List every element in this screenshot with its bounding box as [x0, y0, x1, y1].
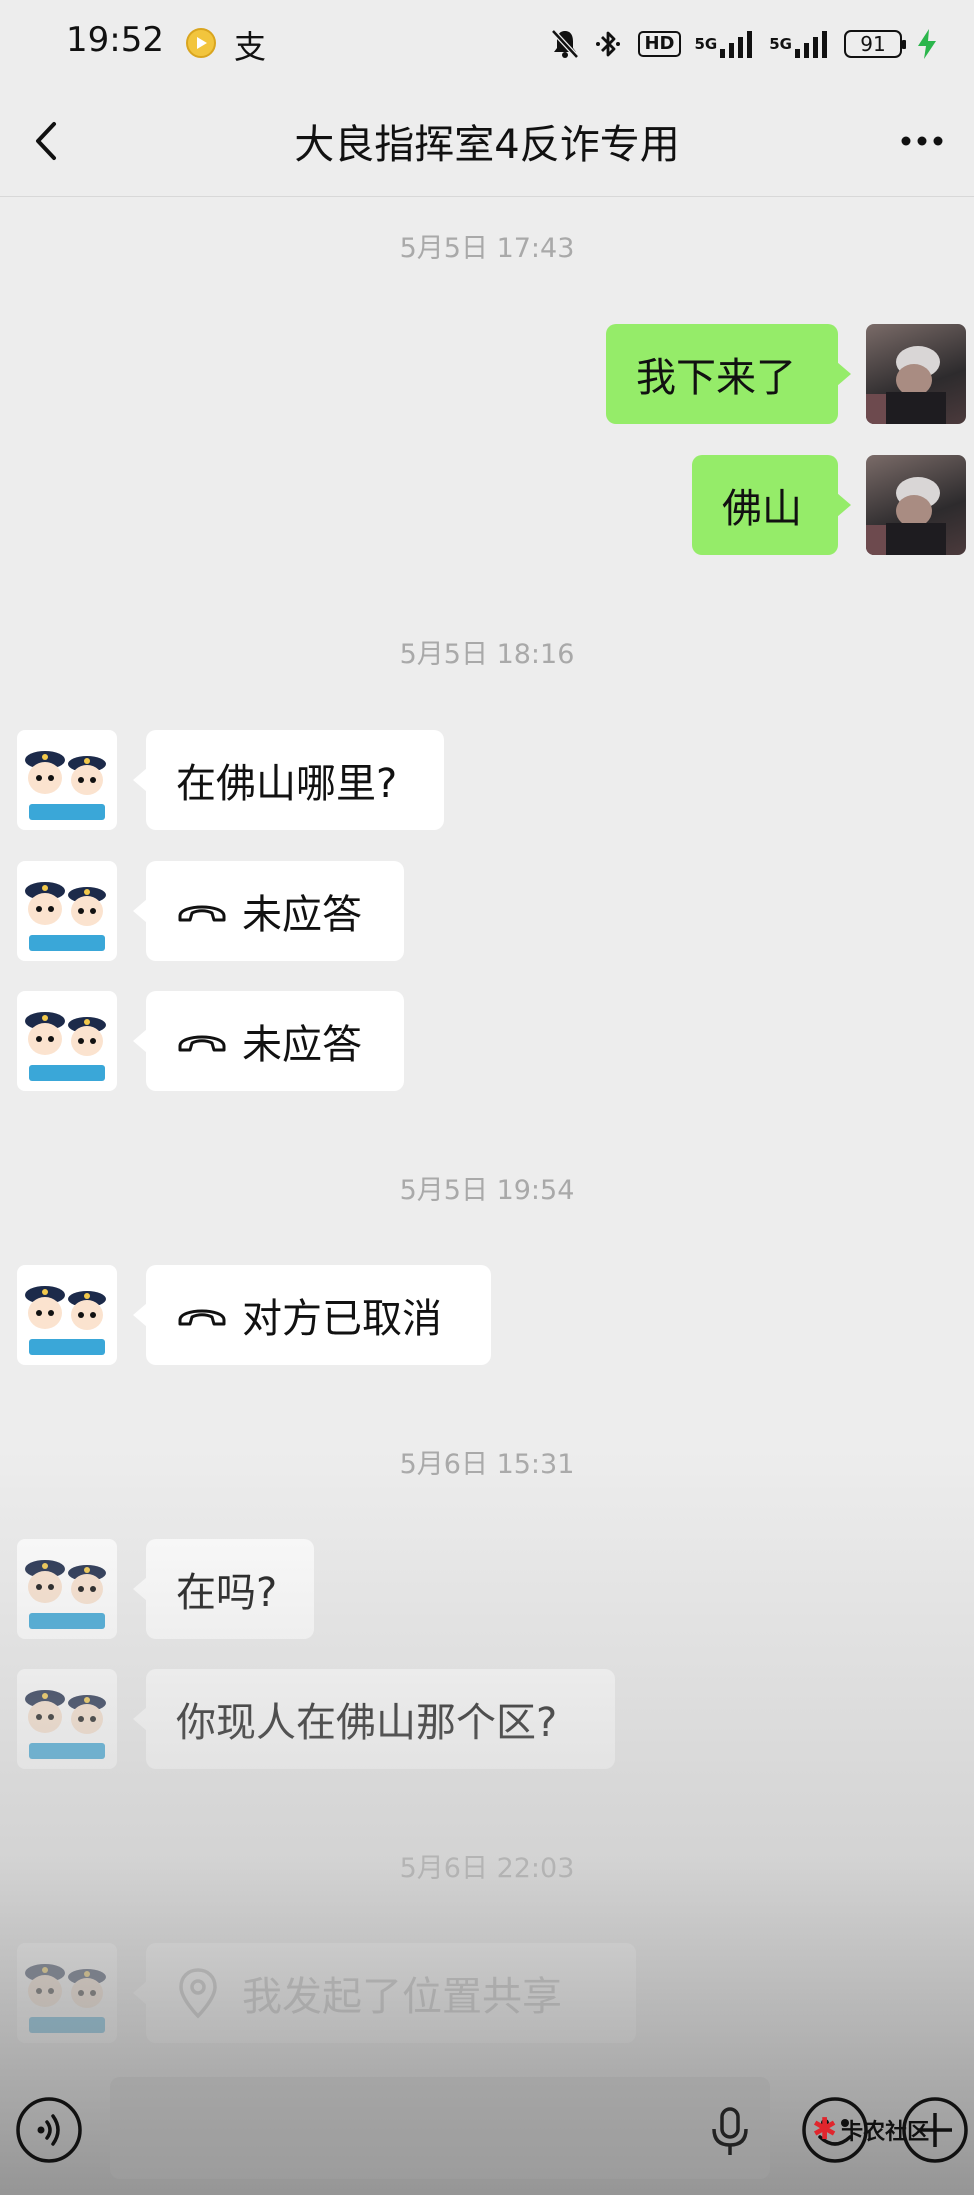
- message-text: 佛山: [722, 486, 802, 532]
- timestamp: 5月5日 18:16: [399, 639, 575, 670]
- location-pin-icon: [179, 1968, 217, 2019]
- call-status-text: 对方已取消: [242, 1296, 442, 1342]
- timestamp: 5月6日 22:03: [399, 1853, 575, 1884]
- message-bubble-outgoing[interactable]: 佛山: [692, 455, 851, 555]
- contact-avatar[interactable]: [17, 1669, 117, 1769]
- message-text: 我下来了: [636, 355, 796, 401]
- voice-wave-icon[interactable]: [14, 2095, 84, 2165]
- my-avatar[interactable]: [866, 324, 966, 424]
- message-text: 在佛山哪里?: [176, 761, 398, 807]
- charging-icon: [916, 28, 938, 60]
- network-type-1: 5G: [694, 35, 718, 53]
- message-bubble-outgoing[interactable]: 我下来了: [606, 324, 851, 424]
- signal-1-icon: 5G: [695, 29, 756, 59]
- contact-avatar[interactable]: [17, 1943, 117, 2043]
- call-record-bubble[interactable]: 未应答: [133, 861, 404, 961]
- call-status-text: 未应答: [242, 892, 362, 938]
- contact-avatar[interactable]: [17, 1265, 117, 1365]
- video-app-icon: [186, 28, 216, 58]
- status-time: 19:52: [66, 20, 164, 60]
- message-text: 你现人在佛山那个区?: [176, 1700, 558, 1746]
- timestamp: 5月6日 15:31: [399, 1449, 575, 1480]
- contact-avatar[interactable]: [17, 1539, 117, 1639]
- message-bubble-incoming[interactable]: 你现人在佛山那个区?: [133, 1669, 615, 1769]
- chat-title: 大良指挥室4反诈专用: [294, 122, 680, 168]
- message-bubble-incoming[interactable]: 在佛山哪里?: [133, 730, 444, 830]
- location-share-text: 我发起了位置共享: [242, 1974, 562, 2020]
- chat-header: 大良指挥室4反诈专用: [0, 90, 974, 197]
- call-record-bubble[interactable]: 对方已取消: [133, 1265, 491, 1365]
- phone-hangup-icon: [178, 905, 226, 922]
- location-share-bubble[interactable]: 我发起了位置共享: [133, 1943, 636, 2043]
- contact-avatar[interactable]: [17, 991, 117, 1091]
- call-status-text: 未应答: [242, 1022, 362, 1068]
- phone-hangup-icon: [178, 1309, 226, 1326]
- contact-avatar[interactable]: [17, 730, 117, 830]
- more-dots-icon[interactable]: [892, 116, 952, 166]
- mute-bell-icon: [550, 28, 580, 60]
- battery-icon: 91: [844, 30, 906, 58]
- watermark-text: 卡农社区: [841, 2119, 930, 2145]
- message-text: 在吗?: [176, 1570, 278, 1616]
- message-input[interactable]: [110, 2077, 770, 2179]
- call-record-bubble[interactable]: 未应答: [133, 991, 404, 1091]
- message-bubble-incoming[interactable]: 在吗?: [133, 1539, 314, 1639]
- status-icons: HD 5G 5G 91: [550, 24, 938, 64]
- microphone-icon[interactable]: [702, 2103, 758, 2159]
- signal-2-icon: 5G: [769, 29, 830, 59]
- alipay-icon: 支: [234, 28, 267, 66]
- watermark-mark-icon: ✱: [812, 2112, 838, 2147]
- my-avatar[interactable]: [866, 455, 966, 555]
- contact-avatar[interactable]: [17, 861, 117, 961]
- network-type-2: 5G: [769, 35, 792, 53]
- phone-hangup-icon: [178, 1035, 226, 1052]
- timestamp: 5月5日 19:54: [399, 1175, 575, 1206]
- bluetooth-icon: [594, 28, 624, 60]
- timestamp: 5月5日 17:43: [399, 233, 575, 264]
- status-bar: 19:52 支 HD 5G 5G 91: [0, 0, 974, 90]
- hd-badge: HD: [638, 31, 681, 57]
- watermark-logo: ✱ 卡农社区: [812, 2112, 929, 2147]
